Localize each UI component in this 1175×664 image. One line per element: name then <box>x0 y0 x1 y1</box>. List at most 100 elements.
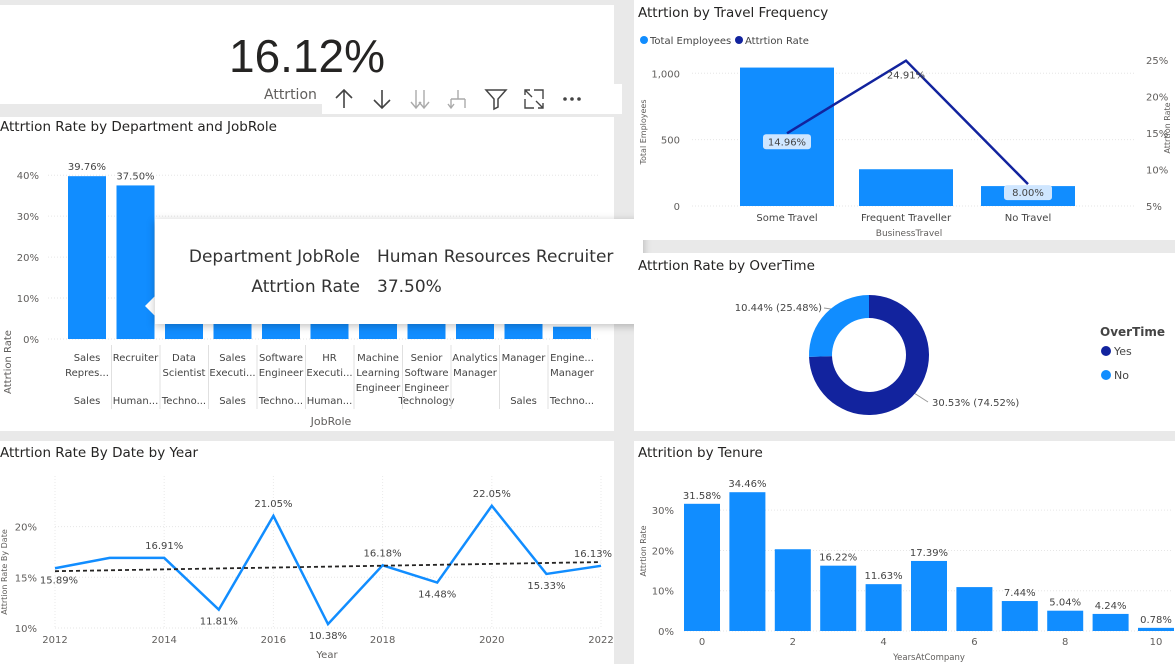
travel-chart: Total Employees Attrtion Rate Total Empl… <box>639 36 1172 239</box>
department-label: Techno... <box>161 396 206 407</box>
y-tick-label: 20% <box>15 523 37 534</box>
x-tick-label: 2022 <box>588 635 613 646</box>
dept-x-axis-title: JobRole <box>310 415 352 428</box>
double-arrow-down-icon[interactable] <box>402 84 438 114</box>
expand-hierarchy-icon[interactable] <box>440 84 476 114</box>
data-label: 31.58% <box>683 491 721 502</box>
x-tick-label: Sales <box>219 353 246 364</box>
overtime-label-no: 10.44% (25.48%) <box>735 303 822 314</box>
overtime-legend-title: OverTime <box>1100 325 1165 339</box>
data-label: 4.24% <box>1095 601 1127 612</box>
bar <box>553 326 591 339</box>
data-label: 0.78% <box>1140 615 1172 626</box>
x-tick-label: Engineer <box>356 383 401 394</box>
y-tick-label: 40% <box>17 171 39 182</box>
y-tick-label: 10% <box>15 624 37 635</box>
legend-marker-attrition-rate <box>735 36 743 44</box>
x-tick-label: Software <box>404 368 448 379</box>
x-tick-label: Frequent Traveller <box>861 213 952 224</box>
department-label: Techno... <box>258 396 303 407</box>
department-label: Human... <box>113 396 159 407</box>
bar <box>1001 601 1038 631</box>
y1-tick-label: 500 <box>661 136 680 147</box>
x-tick-label: 2014 <box>151 635 176 646</box>
year-chart: Attrtion Rate By Date Year 20% 15% 10% 2012… <box>0 476 614 661</box>
legend-label-no[interactable]: No <box>1114 369 1129 382</box>
bar <box>1047 610 1084 631</box>
year-y-axis-title: Attrtion Rate By Date <box>0 529 9 615</box>
legend-marker-no[interactable] <box>1101 370 1111 380</box>
department-label: Sales <box>219 396 246 407</box>
point-label: 15.89% <box>40 575 78 586</box>
x-tick-label: 0 <box>699 637 705 648</box>
x-tick-label: Data <box>172 353 196 364</box>
data-label: 11.63% <box>865 571 903 582</box>
y-tick-label: 10% <box>17 294 39 305</box>
travel-card[interactable]: Attrtion by Travel Frequency Total Emplo… <box>634 0 1175 240</box>
point-label: 16.91% <box>145 541 183 552</box>
focus-mode-icon[interactable] <box>516 84 552 114</box>
bar <box>774 549 811 631</box>
y-tick-label: 0% <box>23 335 39 346</box>
data-label: 17.39% <box>910 548 948 559</box>
x-tick-label: Executi... <box>306 368 352 379</box>
x-tick-label: 4 <box>880 637 886 648</box>
overtime-card[interactable]: Attrtion Rate by OverTime 10.44% (25.48%… <box>634 253 1175 431</box>
legend-label-yes[interactable]: Yes <box>1113 345 1132 358</box>
tooltip-key-department: Department JobRole <box>188 247 360 267</box>
point-label: 10.38% <box>309 631 347 642</box>
year-card[interactable]: Attrtion Rate By Date by Year Attrtion R… <box>0 441 614 664</box>
tooltip-pointer <box>145 296 155 316</box>
bar <box>911 560 947 631</box>
filter-icon[interactable] <box>478 84 514 114</box>
overtime-chart: 10.44% (25.48%) 30.53% (74.52%) OverTime… <box>735 295 1165 415</box>
tenure-card[interactable]: Attrition by Tenure Attrtion Rate YearsA… <box>634 441 1175 664</box>
department-label: Sales <box>510 396 537 407</box>
x-tick-label: Machine <box>357 353 399 364</box>
y-tick-label: 30% <box>17 212 39 223</box>
data-label: 5.04% <box>1049 598 1081 609</box>
x-tick-label: Learning <box>356 368 399 379</box>
travel-y1-axis-title: Total Employees <box>639 99 648 165</box>
y2-tick-label: 15% <box>1146 129 1168 140</box>
data-label: 39.76% <box>68 162 106 173</box>
x-tick-label: Engineer <box>404 383 449 394</box>
legend-label-attrition-rate: Attrtion Rate <box>745 36 809 47</box>
y-tick-label: 15% <box>15 573 37 584</box>
bar <box>729 492 766 631</box>
y2-tick-label: 25% <box>1146 56 1168 67</box>
y-tick-label: 10% <box>652 587 674 598</box>
line-data-label: 14.96% <box>768 137 806 148</box>
x-tick-label: Some Travel <box>756 213 817 224</box>
arrow-down-icon[interactable] <box>364 84 400 114</box>
x-tick-label: Analytics <box>452 353 497 364</box>
arrow-up-icon[interactable] <box>326 84 362 114</box>
department-label: Human... <box>307 396 353 407</box>
dept-y-axis-title: Attrtion Rate <box>3 330 14 394</box>
tenure-x-axis-title: YearsAtCompany <box>892 653 965 663</box>
trend-line <box>54 561 602 573</box>
more-options-icon[interactable] <box>554 84 590 114</box>
legend-marker-yes[interactable] <box>1101 346 1111 356</box>
y-tick-label: 30% <box>652 506 674 517</box>
x-tick-label: 8 <box>1062 637 1068 648</box>
department-label: Sales <box>74 396 101 407</box>
x-tick-label: Scientist <box>163 368 206 379</box>
x-tick-label: 2 <box>790 637 796 648</box>
x-tick-label: Software <box>259 353 303 364</box>
bar <box>956 587 993 631</box>
y-tick-label: 20% <box>652 546 674 557</box>
x-tick-label: HR <box>322 353 337 364</box>
x-tick-label: 2012 <box>42 635 67 646</box>
point-label: 14.48% <box>418 590 456 601</box>
tenure-y-axis-title: Attrtion Rate <box>639 525 648 576</box>
point-label: 16.18% <box>364 548 402 559</box>
point-label: 21.05% <box>254 499 292 510</box>
x-tick-label: No Travel <box>1005 213 1052 224</box>
x-tick-label: Manager <box>502 353 547 364</box>
y1-tick-label: 0 <box>674 202 680 213</box>
bar <box>684 503 720 631</box>
data-label: 34.46% <box>728 479 766 490</box>
visual-toolbar <box>322 84 622 114</box>
bar <box>859 169 953 206</box>
